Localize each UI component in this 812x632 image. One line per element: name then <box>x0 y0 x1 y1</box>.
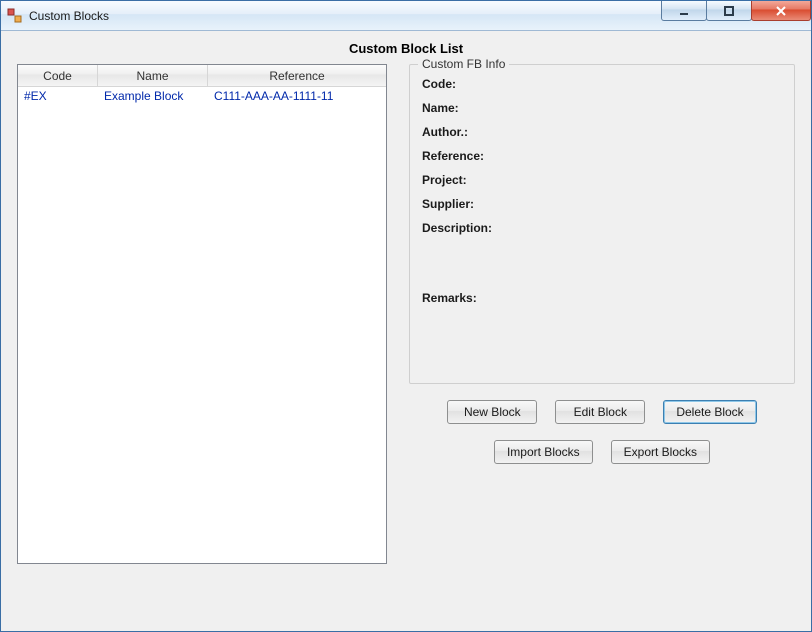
titlebar: Custom Blocks <box>1 1 811 31</box>
export-blocks-button[interactable]: Export Blocks <box>611 440 710 464</box>
button-row-1: New Block Edit Block Delete Block <box>409 400 795 424</box>
button-row-2: Import Blocks Export Blocks <box>409 440 795 464</box>
app-icon <box>7 8 23 24</box>
label-description: Description: <box>422 221 492 235</box>
delete-block-button[interactable]: Delete Block <box>663 400 756 424</box>
label-code: Code: <box>422 77 456 91</box>
label-remarks: Remarks: <box>422 291 477 305</box>
content: Code Name Reference #EX Example Block C1… <box>17 64 795 615</box>
import-blocks-button[interactable]: Import Blocks <box>494 440 593 464</box>
info-groupbox: Custom FB Info Code: Name: Author.: Refe… <box>409 64 795 384</box>
maximize-button[interactable] <box>706 1 752 21</box>
col-header-name[interactable]: Name <box>98 65 208 86</box>
blocks-list[interactable]: Code Name Reference #EX Example Block C1… <box>17 64 387 564</box>
col-header-reference[interactable]: Reference <box>208 65 386 86</box>
right-side: Custom FB Info Code: Name: Author.: Refe… <box>409 64 795 615</box>
minimize-button[interactable] <box>661 1 707 21</box>
label-author: Author.: <box>422 125 468 139</box>
close-button[interactable] <box>751 1 811 21</box>
window-title: Custom Blocks <box>29 9 109 23</box>
cell-code: #EX <box>18 89 98 103</box>
label-reference: Reference: <box>422 149 484 163</box>
cell-name: Example Block <box>98 89 208 103</box>
window: Custom Blocks Custom Block List Code Nam… <box>0 0 812 632</box>
edit-block-button[interactable]: Edit Block <box>555 400 645 424</box>
window-buttons <box>662 1 811 21</box>
label-project: Project: <box>422 173 467 187</box>
table-row[interactable]: #EX Example Block C111-AAA-AA-1111-11 <box>18 87 386 105</box>
list-body: #EX Example Block C111-AAA-AA-1111-11 <box>18 87 386 105</box>
client-area: Custom Block List Code Name Reference #E… <box>1 31 811 631</box>
label-name: Name: <box>422 101 459 115</box>
list-header: Code Name Reference <box>18 65 386 87</box>
groupbox-legend: Custom FB Info <box>418 57 509 71</box>
label-supplier: Supplier: <box>422 197 474 211</box>
page-title: Custom Block List <box>17 41 795 56</box>
cell-reference: C111-AAA-AA-1111-11 <box>208 89 386 103</box>
col-header-code[interactable]: Code <box>18 65 98 86</box>
new-block-button[interactable]: New Block <box>447 400 537 424</box>
